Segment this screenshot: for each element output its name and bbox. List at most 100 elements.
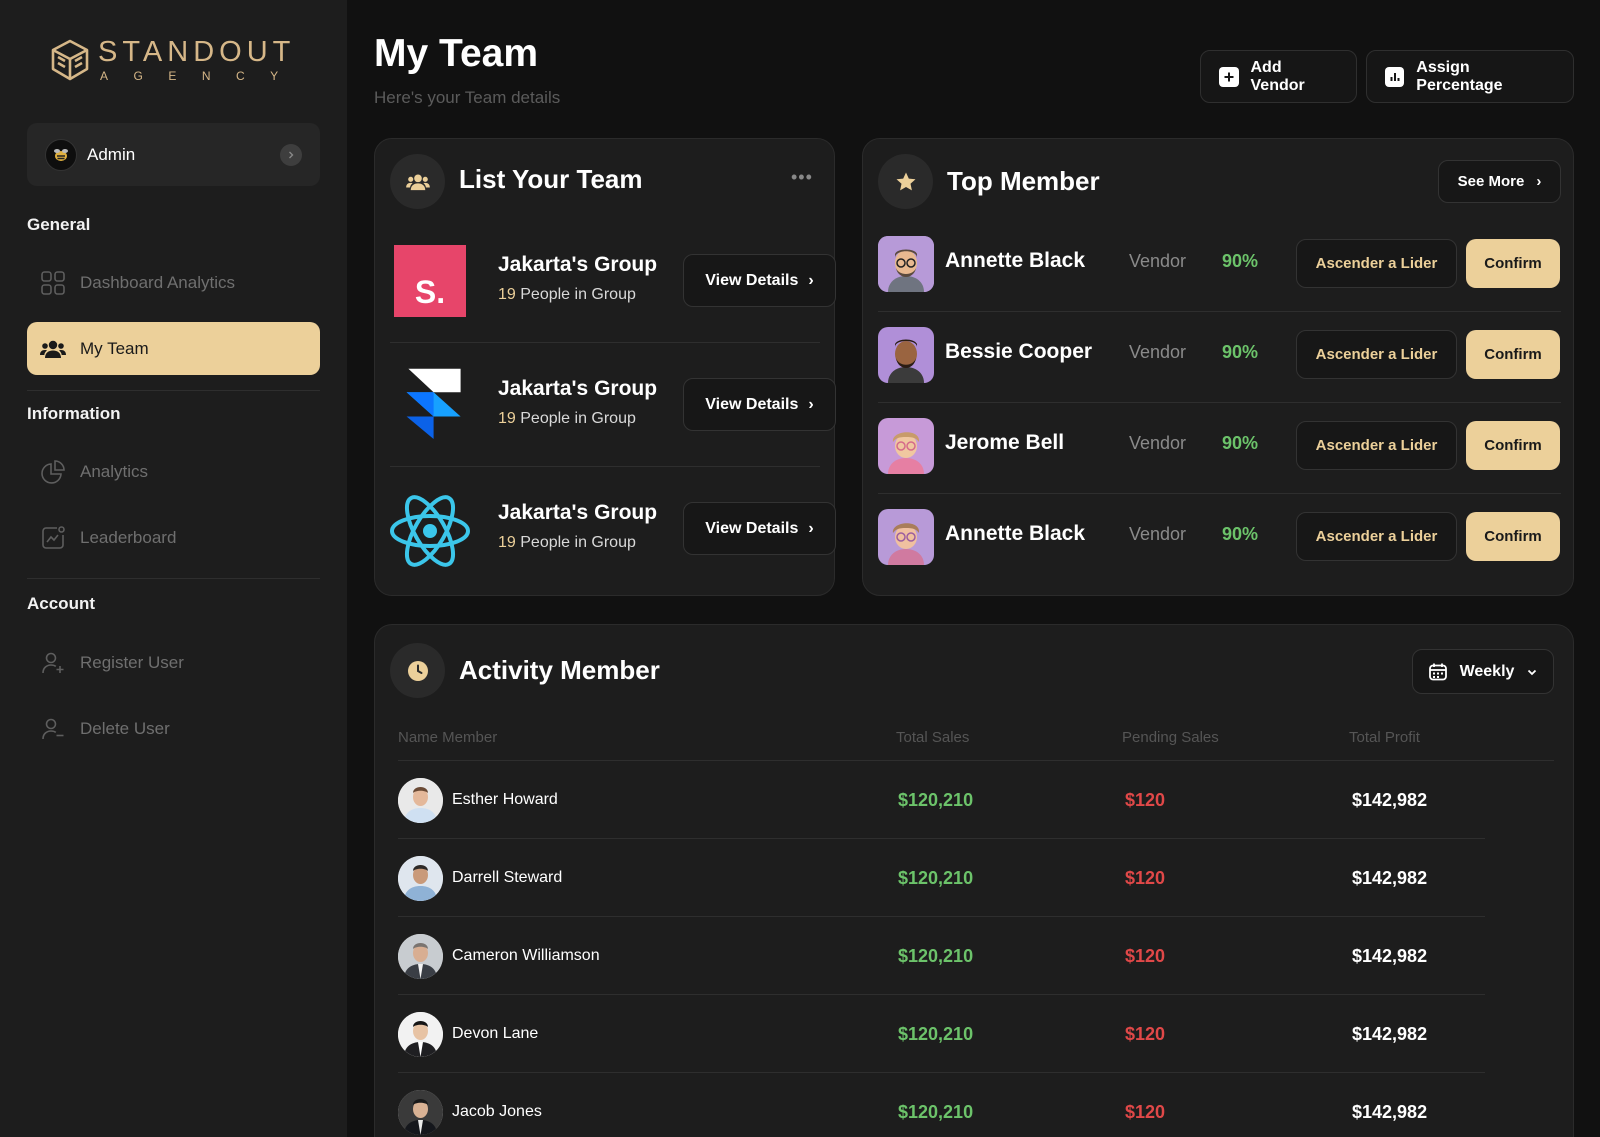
column-header[interactable]: Total Sales [896,729,969,746]
column-header[interactable]: Pending Sales [1122,729,1219,746]
total-profit: $142,982 [1352,868,1428,888]
section-information: Information [27,404,121,423]
confirm-button[interactable]: Confirm [1466,512,1560,561]
team-list-card: List Your Team ••• S. Jakarta's Group 19… [374,138,836,596]
member-name: Cameron Williamson [452,947,600,964]
pending-sales: $120 [1125,868,1166,888]
column-header[interactable]: Name Member [398,729,497,746]
total-sales: $120,210 [898,1024,974,1044]
avatar [398,778,443,823]
avatar [398,1012,443,1057]
trend-chart-icon [40,525,66,551]
member-percent: 90% [1222,251,1259,271]
sidebar-item-delete-user[interactable]: Delete User [27,702,320,755]
table-row[interactable]: Jacob Jones $120,210 $120 $142,982 [398,1073,1485,1137]
table-row[interactable]: Devon Lane $120,210 $120 $142,982 [398,995,1485,1073]
member-name: Annette Black [945,249,1086,272]
avatar [398,1090,443,1135]
ascender-lider-button[interactable]: Ascender a Lider [1296,512,1457,561]
member-percent: 90% [1222,433,1259,453]
period-dropdown[interactable]: Weekly [1412,649,1554,694]
ascender-lider-button[interactable]: Ascender a Lider [1296,239,1457,288]
more-options-icon[interactable]: ••• [791,167,813,188]
brand-logo[interactable]: STANDOUT AGENCY [50,36,304,84]
table-row[interactable]: Cameron Williamson $120,210 $120 $142,98… [398,917,1485,995]
bar-chart-icon [1385,66,1405,87]
assign-percentage-label: Assign Percentage [1416,58,1503,94]
brand-logo-icon [51,39,89,81]
page-subtitle: Here's your Team details [374,88,561,107]
view-details-button[interactable]: View Details › [683,254,836,307]
team-group-count: 19 People in Group [498,534,636,551]
member-name: Esther Howard [452,791,558,808]
pending-sales: $120 [1125,790,1166,810]
total-profit: $142,982 [1352,946,1428,966]
s-logo-text: S. [414,274,446,310]
member-name: Jacob Jones [452,1103,542,1120]
chevron-right-icon: › [808,395,814,413]
team-group-count: 19 People in Group [498,286,636,303]
top-member-row: Jerome Bell Vendor 90% Ascender a Lider … [878,403,1561,494]
sidebar-item-label: Leaderboard [80,527,177,547]
add-vendor-button[interactable]: Add Vendor [1200,50,1357,103]
member-name: Devon Lane [452,1025,539,1042]
sidebar-item-my-team[interactable]: My Team [27,322,320,375]
user-name: Admin [87,144,136,164]
column-header[interactable]: Total Profit [1349,729,1420,746]
brand-title: STANDOUT [98,36,296,68]
section-account: Account [27,594,95,613]
page-title: My Team [374,32,538,75]
total-sales: $120,210 [898,868,974,888]
pie-chart-icon [40,459,66,485]
sidebar-item-analytics[interactable]: Analytics [27,445,320,498]
sidebar-item-label: Delete User [80,718,170,738]
pending-sales: $120 [1125,1024,1166,1044]
add-vendor-label: Add Vendor [1250,58,1305,94]
activity-member-card: Activity Member Weekly Name Member Total… [374,624,1574,1137]
sidebar-item-register-user[interactable]: Register User [27,636,320,689]
team-list-title: List Your Team [459,164,643,194]
team-group-count: 19 People in Group [498,410,636,427]
user-add-icon [40,650,66,676]
view-details-button[interactable]: View Details › [683,502,836,555]
team-group-name: Jakarta's Group [498,501,658,524]
top-member-row: Bessie Cooper Vendor 90% Ascender a Lide… [878,312,1561,403]
pending-sales: $120 [1125,946,1166,966]
ascender-lider-button[interactable]: Ascender a Lider [1296,421,1457,470]
avatar [398,934,443,979]
top-member-title: Top Member [947,166,1100,196]
team-group-row: S. Jakarta's Group 19 People in Group Vi… [390,219,836,343]
user-switcher[interactable]: Admin [27,123,320,186]
sidebar-item-leaderboard[interactable]: Leaderboard [27,511,320,564]
s-logo-icon: S. [394,245,466,317]
brand-subtitle: AGENCY [100,69,304,83]
table-row[interactable]: Esther Howard $120,210 $120 $142,982 [398,761,1485,839]
team-group-row: Jakarta's Group 19 People in Group View … [390,467,836,591]
activity-title: Activity Member [459,655,660,685]
team-group-row: Jakarta's Group 19 People in Group View … [390,343,836,467]
section-general: General [27,215,91,234]
sidebar-item-label: Dashboard Analytics [80,272,235,292]
total-profit: $142,982 [1352,790,1428,810]
sidebar-item-label: My Team [80,338,149,358]
view-details-button[interactable]: View Details › [683,378,836,431]
confirm-button[interactable]: Confirm [1466,239,1560,288]
table-row[interactable]: Darrell Steward $120,210 $120 $142,982 [398,839,1485,917]
bee-icon [54,148,68,161]
total-sales: $120,210 [898,946,974,966]
member-role: Vendor [1129,524,1187,544]
user-remove-icon [40,716,66,742]
see-more-button[interactable]: See More › [1438,160,1561,203]
confirm-button[interactable]: Confirm [1466,330,1560,379]
assign-percentage-button[interactable]: Assign Percentage [1366,50,1574,103]
ascender-lider-button[interactable]: Ascender a Lider [1296,330,1457,379]
top-member-row: Annette Black Vendor 90% Ascender a Lide… [878,221,1561,312]
chevron-right-icon[interactable] [280,143,302,166]
chevron-right-icon: › [1536,173,1542,190]
sidebar-item-dashboard-analytics[interactable]: Dashboard Analytics [27,256,320,309]
confirm-button[interactable]: Confirm [1466,421,1560,470]
team-icon [390,154,445,209]
top-member-card: Top Member See More › Annette Black Vendo… [862,138,1574,596]
member-percent: 90% [1222,342,1259,362]
total-sales: $120,210 [898,790,974,810]
